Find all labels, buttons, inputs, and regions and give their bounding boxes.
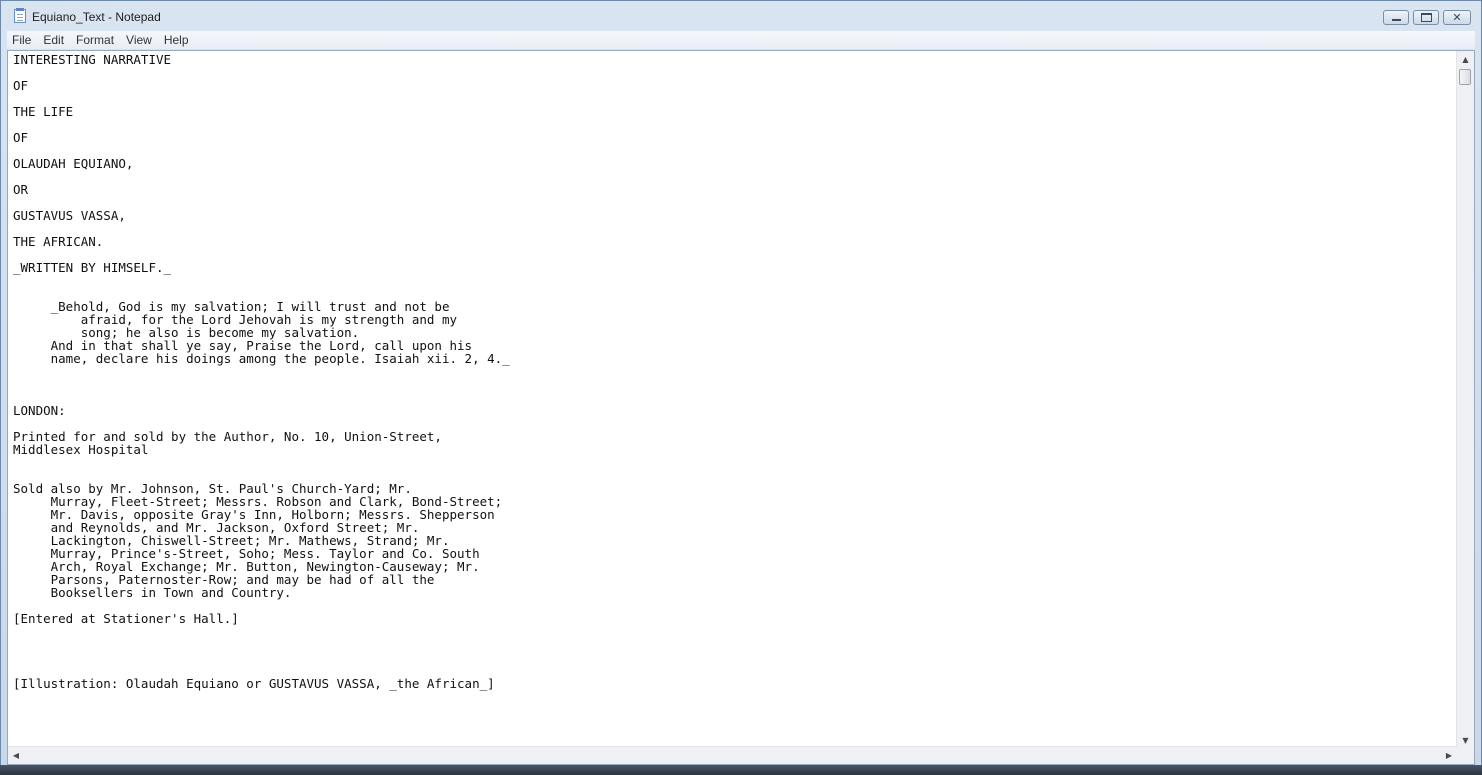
notepad-window: Equiano_Text - Notepad ✕ File Edit Forma… <box>0 0 1482 775</box>
menu-view[interactable]: View <box>121 31 157 49</box>
document-text[interactable]: INTERESTING NARRATIVE OF THE LIFE OF OLA… <box>13 53 1454 746</box>
menu-help[interactable]: Help <box>159 31 194 49</box>
restore-icon <box>1420 13 1432 22</box>
minimize-icon <box>1391 19 1401 21</box>
scroll-right-icon[interactable]: ▶ <box>1441 747 1457 764</box>
menu-edit[interactable]: Edit <box>38 31 69 49</box>
vertical-scroll-thumb[interactable] <box>1459 69 1471 85</box>
scrollbar-corner <box>1457 747 1474 764</box>
notepad-app-icon[interactable] <box>14 8 26 23</box>
minimize-button[interactable] <box>1383 10 1409 25</box>
close-icon: ✕ <box>1452 11 1462 24</box>
scroll-down-icon[interactable]: ▼ <box>1457 732 1474 748</box>
vertical-scrollbar[interactable]: ▲ ▼ <box>1456 51 1474 748</box>
horizontal-scrollbar[interactable]: ◀ ▶ <box>8 746 1457 764</box>
taskbar-edge <box>0 765 1482 775</box>
scroll-up-icon[interactable]: ▲ <box>1457 51 1474 67</box>
close-button[interactable]: ✕ <box>1443 10 1471 25</box>
scroll-left-icon[interactable]: ◀ <box>8 747 24 764</box>
menu-file[interactable]: File <box>7 31 36 49</box>
menu-bar: File Edit Format View Help <box>7 31 1475 49</box>
window-title: Equiano_Text - Notepad <box>32 10 161 24</box>
menu-format[interactable]: Format <box>71 31 119 49</box>
text-editor[interactable]: INTERESTING NARRATIVE OF THE LIFE OF OLA… <box>7 50 1475 765</box>
title-bar[interactable]: Equiano_Text - Notepad ✕ <box>1 1 1481 31</box>
restore-button[interactable] <box>1413 10 1439 25</box>
